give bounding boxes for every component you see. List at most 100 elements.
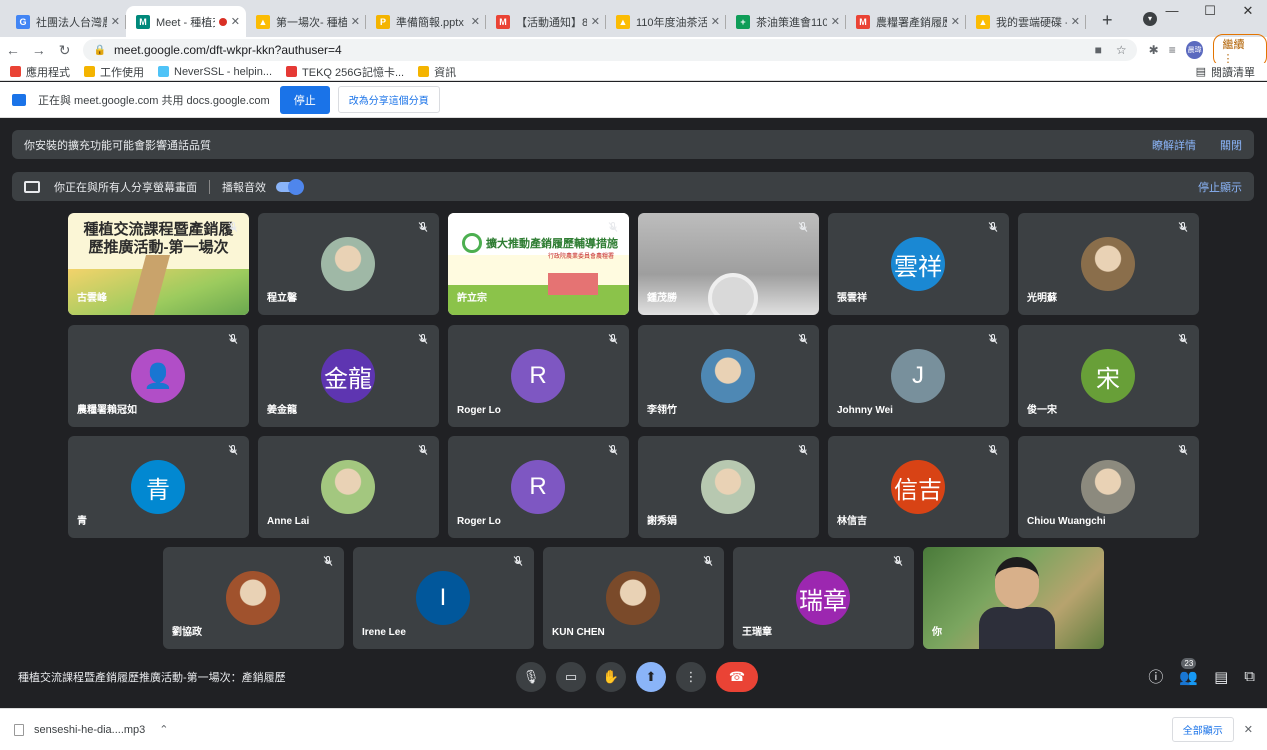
- participant-avatar: 金龍: [321, 349, 375, 403]
- bookmark-item[interactable]: TEKQ 256G記憶卡...: [286, 64, 404, 80]
- lock-icon[interactable]: 🔒: [93, 45, 105, 56]
- participant-avatar: 雲祥: [891, 237, 945, 291]
- bookmark-item[interactable]: 應用程式: [10, 64, 70, 80]
- tab-favicon-icon: P: [376, 14, 390, 29]
- bookmark-item[interactable]: 資訊: [418, 64, 456, 80]
- more-options-icon[interactable]: ⋮: [676, 661, 706, 692]
- close-tab-icon[interactable]: ✕: [351, 15, 360, 28]
- people-icon[interactable]: 👥 23: [1179, 657, 1198, 686]
- close-tab-icon[interactable]: ✕: [1071, 15, 1080, 28]
- browser-tab[interactable]: M 【活動通知】8/6 ✕: [486, 6, 606, 37]
- share-this-tab-button[interactable]: 改為分享這個分頁: [337, 86, 440, 113]
- browser-tab[interactable]: G 社團法人台灣農業 ✕: [6, 6, 126, 37]
- participant-tile[interactable]: J Johnny Wei: [828, 325, 1009, 427]
- participant-photo: [606, 571, 660, 625]
- update-button[interactable]: 繼續 ⋮: [1213, 33, 1267, 67]
- participant-tile[interactable]: 李翎竹: [638, 325, 819, 427]
- url-text[interactable]: meet.google.com/dft-wkpr-kkn?authuser=4: [114, 43, 342, 57]
- participant-tile[interactable]: 雲祥 張雲祥: [828, 213, 1009, 315]
- browser-tab[interactable]: M Meet - 種植交 ✕: [126, 6, 246, 37]
- browser-tab[interactable]: + 茶油策進會110年 ✕: [726, 6, 846, 37]
- browser-tab[interactable]: P 準備簡報.pptx ✕: [366, 6, 486, 37]
- minimize-icon[interactable]: —: [1153, 0, 1191, 24]
- close-download-bar-icon[interactable]: ✕: [1244, 723, 1253, 736]
- raise-hand-icon[interactable]: ✋: [596, 661, 626, 692]
- participant-tile[interactable]: 劉協政: [163, 547, 344, 649]
- participant-name: Roger Lo: [457, 405, 501, 416]
- participant-tile[interactable]: KUN CHEN: [543, 547, 724, 649]
- extensions-icon[interactable]: ✱: [1149, 43, 1159, 57]
- chevron-up-icon[interactable]: ⌃: [159, 723, 168, 736]
- stop-presenting-link[interactable]: 停止顯示: [1198, 179, 1242, 195]
- participant-tile[interactable]: 擴大推動產銷履歷輔導措施 行政院農業委員會農糧署 許立宗: [448, 213, 629, 315]
- participant-tile[interactable]: Chiou Wuangchi: [1018, 436, 1199, 538]
- present-now-icon[interactable]: ⬆: [636, 661, 666, 692]
- address-bar[interactable]: 🔒 meet.google.com/dft-wkpr-kkn?authuser=…: [83, 39, 1137, 61]
- maximize-icon[interactable]: ☐: [1191, 0, 1229, 24]
- profile-avatar[interactable]: 晨瑋: [1185, 41, 1204, 59]
- participant-tile[interactable]: 鍾茂勝: [638, 213, 819, 315]
- stop-sharing-button[interactable]: 停止: [279, 85, 330, 114]
- participant-tile[interactable]: 光明蘇: [1018, 213, 1199, 315]
- bookmark-label: TEKQ 256G記憶卡...: [302, 66, 405, 79]
- bookmark-item[interactable]: 工作使用: [84, 64, 144, 80]
- participant-tile[interactable]: 金龍姜金龍: [258, 325, 439, 427]
- close-tab-icon[interactable]: ✕: [111, 15, 120, 28]
- close-tab-icon[interactable]: ✕: [711, 15, 720, 28]
- show-all-downloads-button[interactable]: 全部顯示: [1171, 717, 1234, 742]
- download-item[interactable]: senseshi-he-dia....mp3: [34, 724, 145, 736]
- close-tab-icon[interactable]: ✕: [591, 15, 600, 28]
- extension-warning-banner: 你安裝的擴充功能可能會影響通話品質 瞭解詳情 關閉: [12, 130, 1254, 159]
- camera-in-use-icon[interactable]: ■: [1095, 43, 1102, 57]
- participant-tile[interactable]: 瑞章 王瑞章: [733, 547, 914, 649]
- participant-name: 光明蘇: [1027, 293, 1057, 304]
- hang-up-icon[interactable]: ☎: [716, 661, 758, 692]
- reading-list-button[interactable]: ▤ 閱讀清單: [1196, 64, 1255, 80]
- browser-tab[interactable]: ▲ 我的雲端硬碟 - G ✕: [966, 6, 1086, 37]
- participant-name: 姜金龍: [267, 405, 297, 416]
- reload-icon[interactable]: ↻: [52, 42, 78, 59]
- tab-favicon-icon: M: [496, 14, 510, 29]
- participant-photo: [1081, 237, 1135, 291]
- bookmarks-bar: 應用程式 工作使用 NeverSSL - helpin... TEKQ 256G記憶卡…: [0, 63, 1267, 81]
- participant-tile[interactable]: 宋俊一宋: [1018, 325, 1199, 427]
- participant-tile[interactable]: Anne Lai: [258, 436, 439, 538]
- chat-icon[interactable]: ▤: [1214, 668, 1228, 686]
- mic-muted-icon: [417, 221, 429, 233]
- activities-icon[interactable]: ⧉: [1244, 668, 1255, 685]
- bookmark-star-icon[interactable]: ☆: [1116, 43, 1127, 57]
- mic-muted-icon: [607, 444, 619, 456]
- browser-tab[interactable]: ▲ 第一場次- 種植交 ✕: [246, 6, 366, 37]
- participant-tile[interactable]: 程立馨: [258, 213, 439, 315]
- participant-photo: [226, 571, 280, 625]
- reading-list-icon[interactable]: ≡: [1169, 43, 1176, 57]
- participant-tile[interactable]: I Irene Lee: [353, 547, 534, 649]
- participant-tile[interactable]: 👤 農糧署賴冠如: [68, 325, 249, 427]
- participant-tile[interactable]: 信吉 林信吉: [828, 436, 1009, 538]
- close-tab-icon[interactable]: ✕: [951, 15, 960, 28]
- learn-more-link[interactable]: 瞭解詳情: [1152, 137, 1196, 153]
- participant-tile[interactable]: 青青: [68, 436, 249, 538]
- browser-tab[interactable]: M 農糧署產銷履歷 ✕: [846, 6, 966, 37]
- video-feed: [708, 273, 758, 315]
- participant-tile[interactable]: 種植交流課程暨產銷履歷推廣活動-第一場次 古雲峰: [68, 213, 249, 315]
- new-tab-button[interactable]: +: [1102, 10, 1113, 31]
- bookmark-item[interactable]: NeverSSL - helpin...: [158, 66, 272, 78]
- close-banner-link[interactable]: 關閉: [1220, 137, 1242, 153]
- close-tab-icon[interactable]: ✕: [831, 15, 840, 28]
- share-audio-toggle[interactable]: [276, 178, 304, 195]
- close-tab-icon[interactable]: ✕: [231, 15, 240, 28]
- back-icon[interactable]: ←: [0, 42, 26, 58]
- close-window-icon[interactable]: ✕: [1229, 0, 1267, 24]
- participant-avatar: 宋: [1081, 349, 1135, 403]
- meeting-details-icon[interactable]: ⓘ: [1148, 666, 1163, 687]
- camera-icon[interactable]: ▭: [556, 661, 586, 692]
- forward-icon[interactable]: →: [26, 42, 52, 58]
- participant-tile[interactable]: 你: [923, 547, 1104, 649]
- participant-tile[interactable]: R Roger Lo: [448, 436, 629, 538]
- browser-tab[interactable]: ▲ 110年度油茶活動 ✕: [606, 6, 726, 37]
- microphone-icon[interactable]: 🎙: [516, 661, 546, 692]
- participant-tile[interactable]: R Roger Lo: [448, 325, 629, 427]
- close-tab-icon[interactable]: ✕: [471, 15, 480, 28]
- participant-tile[interactable]: 謝秀娟: [638, 436, 819, 538]
